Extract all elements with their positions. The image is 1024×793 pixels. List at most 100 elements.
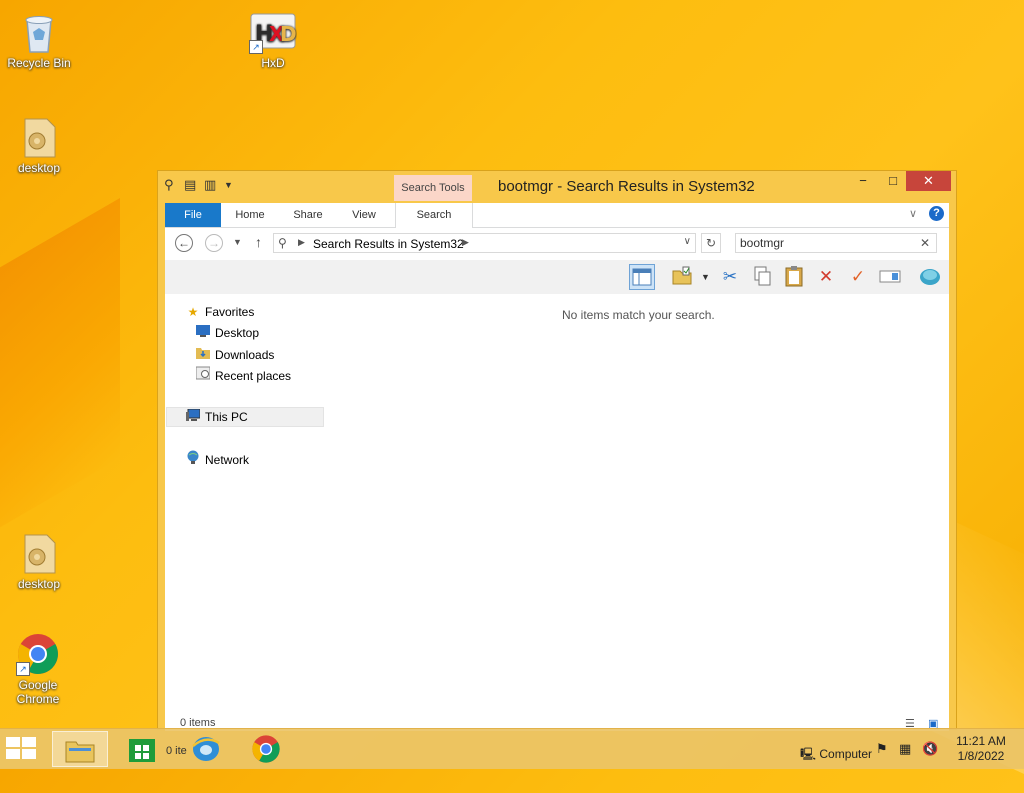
nav-desktop[interactable]: Desktop [195,324,259,342]
hxd-icon: H X D ↗ [249,10,297,54]
window-title: bootmgr - Search Results in System32 [498,178,755,195]
desktop-icon-desktop-file[interactable]: desktop [3,115,75,175]
properties-icon[interactable]: ▤ [184,177,198,193]
taskbar-internet-explorer[interactable] [178,731,234,767]
chrome-icon: ↗ [16,632,60,676]
clock-time: 11:21 AM [956,734,1006,748]
tray-computer-toolbar[interactable]: 🖳 Computer [800,745,872,766]
address-bar-row: ← → ▼ ↑ ⚲ ▶ Search Results in System32 ▶… [165,228,949,260]
nav-downloads[interactable]: Downloads [195,345,274,363]
search-icon[interactable]: ⚲ [164,177,178,193]
desktop-icon-label: desktop [17,161,61,175]
close-button[interactable]: ✕ [906,171,951,191]
system-clock[interactable]: 11:21 AM 1/8/2022 [946,734,1016,764]
internet-explorer-icon [191,737,221,768]
desktop-icon-label: Recycle Bin [7,56,71,70]
empty-results-message: No items match your search. [562,308,715,322]
title-bar[interactable]: ⚲ ▤ ▥ ▼ Search Tools bootmgr - Search Re… [158,171,956,201]
tab-search[interactable]: Search [395,203,473,228]
checkmark-icon[interactable]: ✓ [845,264,871,290]
expand-ribbon-icon[interactable]: ∨ [909,207,917,220]
refresh-button[interactable]: ↻ [701,233,721,253]
computer-icon: 🖳 [800,747,817,761]
new-folder-icon[interactable]: ▥ [204,177,218,193]
tab-share[interactable]: Share [283,203,333,227]
nav-label: Recent places [215,369,292,383]
desktop-icon-chrome[interactable]: ↗ Google Chrome [3,632,73,706]
breadcrumb-search-results[interactable]: Search Results in System32 [313,237,464,251]
paste-icon[interactable] [781,264,807,290]
settings-file-icon [17,115,61,159]
rename-icon[interactable] [877,264,903,290]
search-box[interactable]: ✕ [735,233,937,253]
desktop-icon-label: HxD [261,56,285,70]
network-globe-icon[interactable] [917,264,943,290]
desktop-icon [195,324,211,342]
recent-places-icon [195,366,211,385]
ribbon-tabs: File Home Share View Search ∨ ? [165,203,949,228]
desktop-swoosh-left [0,198,120,562]
shortcut-arrow-icon: ↗ [16,662,30,676]
address-dropdown-icon[interactable]: ∨ [684,236,691,247]
nav-recent-places[interactable]: Recent places [195,366,291,384]
copy-icon[interactable] [749,264,775,290]
nav-this-pc[interactable]: This PC [166,407,324,427]
taskbar-file-explorer[interactable] [52,731,108,767]
taskbar-store[interactable] [114,731,170,767]
desktop-icon-recycle-bin[interactable]: Recycle Bin [3,10,75,70]
desktop-icon-desktop-file-2[interactable]: desktop [3,531,75,591]
tab-view[interactable]: View [343,203,385,227]
nav-label: Downloads [215,348,275,362]
tab-file[interactable]: File [165,203,221,227]
nav-network[interactable]: Network [185,450,249,468]
chevron-down-icon[interactable]: ▼ [701,272,710,282]
minimize-button[interactable]: − [848,171,878,191]
folder-options-icon[interactable] [669,264,695,290]
address-bar[interactable]: ⚲ ▶ Search Results in System32 ▶ ∨ [273,233,696,253]
desktop-icon-label: Google Chrome [16,678,60,706]
search-icon: ⚲ [278,236,287,250]
desktop-icon-hxd[interactable]: H X D ↗ HxD [237,10,309,70]
settings-file-icon [17,531,61,575]
navigation-pane: ★ Favorites Desktop Downloads Recent plac… [165,294,324,730]
nav-label: Desktop [215,326,260,340]
tray-computer-label: Computer [819,747,873,761]
preview-pane-button[interactable] [629,264,655,290]
start-button[interactable] [6,737,38,761]
cut-icon[interactable]: ✂ [717,264,743,290]
store-icon [128,739,156,768]
maximize-button[interactable]: □ [878,171,908,191]
breadcrumb-separator-icon: ▶ [462,237,469,247]
shortcut-arrow-icon: ↗ [249,40,263,54]
content-area: ★ Favorites Desktop Downloads Recent plac… [165,294,949,730]
recycle-bin-icon [17,10,61,54]
back-button[interactable]: ← [175,234,193,252]
computer-icon [185,408,201,426]
delete-icon[interactable]: ✕ [813,264,839,290]
context-tab-group: Search Tools [394,175,472,201]
clear-search-icon[interactable]: ✕ [920,236,930,250]
forward-button[interactable]: → [205,234,223,252]
network-status-icon[interactable]: ▦ [899,741,911,757]
action-center-flag-icon[interactable]: ⚑ [876,741,888,757]
breadcrumb-separator-icon: ▶ [298,237,305,247]
volume-muted-icon[interactable]: 🔇 [922,741,938,757]
desktop-icon-label: desktop [17,577,61,591]
nav-label: This PC [205,410,248,424]
quick-access-toolbar: ⚲ ▤ ▥ ▼ [164,177,238,193]
folder-icon [65,741,95,768]
search-input[interactable] [740,235,910,251]
nav-favorites[interactable]: ★ Favorites [185,303,255,321]
help-icon[interactable]: ? [929,206,944,221]
network-icon [185,450,201,469]
command-toolbar: ▼ ✂ ✕ ✓ [165,260,949,294]
taskbar-chrome[interactable] [238,731,294,767]
explorer-window: ⚲ ▤ ▥ ▼ Search Tools bootmgr - Search Re… [157,170,957,731]
chevron-down-icon[interactable]: ▼ [224,177,238,193]
up-button[interactable]: ↑ [255,234,262,250]
nav-label: Network [205,453,250,467]
recent-locations-button[interactable]: ▼ [233,237,242,247]
tab-home[interactable]: Home [227,203,273,227]
clock-date: 1/8/2022 [957,749,1005,763]
star-icon: ★ [187,305,199,319]
